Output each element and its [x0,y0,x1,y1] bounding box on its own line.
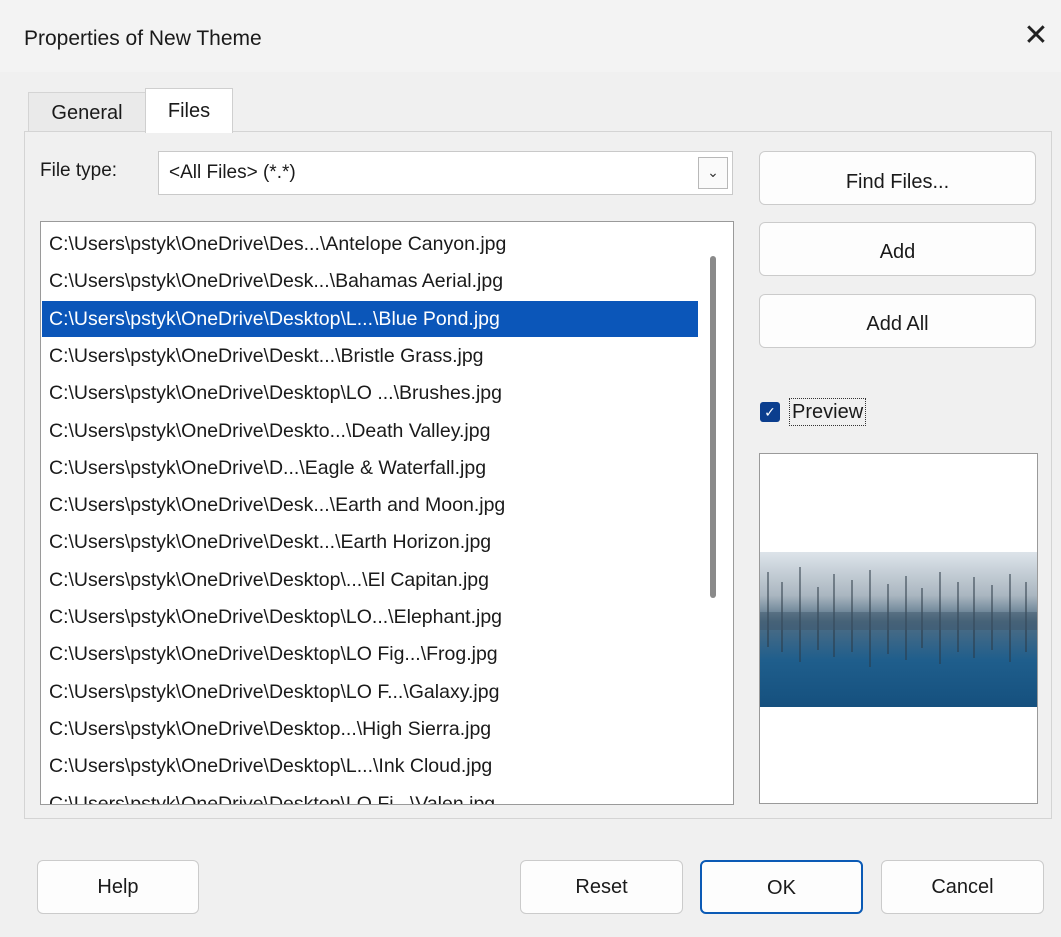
file-list-item[interactable]: C:\Users\pstyk\OneDrive\Desk...\Earth an… [42,487,698,523]
preview-checkbox[interactable]: ✓ [760,402,780,422]
file-list-item[interactable]: C:\Users\pstyk\OneDrive\Desktop\L...\Blu… [42,300,698,337]
scrollbar-thumb[interactable] [710,256,716,598]
file-list-item[interactable]: C:\Users\pstyk\OneDrive\Desktop\...\El C… [42,562,698,598]
close-icon[interactable]: ✕ [1018,18,1054,54]
file-list-item[interactable]: C:\Users\pstyk\OneDrive\Desktop\LO Fig..… [42,636,698,672]
dialog-title: Properties of New Theme [24,27,262,50]
preview-image [760,552,1037,707]
title-bar: Properties of New Theme ✕ [0,0,1061,72]
file-list-item[interactable]: C:\Users\pstyk\OneDrive\Desktop...\High … [42,711,698,747]
help-button[interactable]: Help [37,860,199,914]
file-type-label: File type: [40,160,118,181]
file-list-item[interactable]: C:\Users\pstyk\OneDrive\Desktop\LO F...\… [42,674,698,710]
ok-button[interactable]: OK [700,860,863,914]
tab-general[interactable]: General [28,92,146,132]
file-type-dropdown[interactable]: <All Files> (*.*) ⌄ [158,151,733,195]
chevron-down-icon[interactable]: ⌄ [698,157,728,189]
file-list-item[interactable]: C:\Users\pstyk\OneDrive\Desktop\LO ...\B… [42,375,698,411]
cancel-button[interactable]: Cancel [881,860,1044,914]
file-type-value: <All Files> (*.*) [169,162,296,183]
file-list-item[interactable]: C:\Users\pstyk\OneDrive\Desktop\LO Fi...… [42,786,698,805]
file-list-item[interactable]: C:\Users\pstyk\OneDrive\Deskto...\Death … [42,413,698,449]
file-list-item[interactable]: C:\Users\pstyk\OneDrive\Des...\Antelope … [42,226,698,262]
tab-files[interactable]: Files [145,88,233,133]
find-files-button[interactable]: Find Files... [759,151,1036,205]
file-list-item[interactable]: C:\Users\pstyk\OneDrive\Deskt...\Bristle… [42,338,698,374]
file-list-item[interactable]: C:\Users\pstyk\OneDrive\D...\Eagle & Wat… [42,450,698,486]
preview-label[interactable]: Preview [789,398,867,426]
file-list-item[interactable]: C:\Users\pstyk\OneDrive\Desk...\Bahamas … [42,263,698,299]
reset-button[interactable]: Reset [520,860,683,914]
add-all-button[interactable]: Add All [759,294,1036,348]
file-list-item[interactable]: C:\Users\pstyk\OneDrive\Desktop\LO...\El… [42,599,698,635]
preview-pane [759,453,1038,804]
file-list-item[interactable]: C:\Users\pstyk\OneDrive\Deskt...\Earth H… [42,524,698,560]
add-button[interactable]: Add [759,222,1036,276]
file-list-item[interactable]: C:\Users\pstyk\OneDrive\Desktop\L...\Ink… [42,748,698,784]
file-list[interactable]: C:\Users\pstyk\OneDrive\Desktop\LO Fi...… [40,221,734,805]
